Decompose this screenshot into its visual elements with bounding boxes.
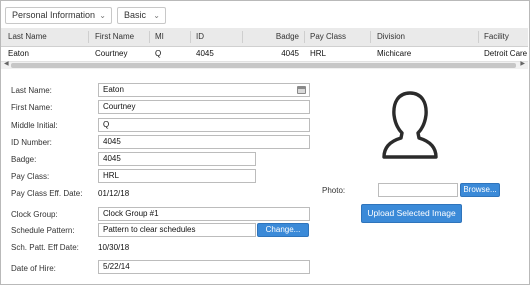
photo-label: Photo: [322, 186, 346, 195]
clock-group-label: Clock Group: [11, 210, 58, 219]
schedule-pattern-field[interactable]: Pattern to clear schedules [98, 223, 256, 237]
scrollbar-thumb[interactable] [11, 63, 516, 68]
pay-class-value: HRL [103, 171, 120, 180]
browse-button[interactable]: Browse... [460, 183, 500, 197]
cell-pay-class: HRL [310, 49, 327, 58]
pay-class-eff-date-label: Pay Class Eff. Date: [11, 189, 83, 198]
scroll-right-icon[interactable]: ▶ [520, 60, 525, 67]
chevron-down-icon: ⌄ [153, 11, 160, 20]
chevron-down-icon: ⌄ [99, 11, 106, 20]
first-name-label: First Name: [11, 103, 53, 112]
cell-last-name: Eaton [8, 49, 29, 58]
table-row[interactable]: Eaton Courtney Q 4045 4045 HRL Michicare… [1, 47, 528, 61]
column-divider [88, 31, 89, 43]
column-header-last-name[interactable]: Last Name [8, 28, 47, 46]
calendar-icon[interactable] [297, 86, 306, 94]
clock-group-field[interactable]: Clock Group #1 [98, 207, 310, 221]
badge-field[interactable]: 4045 [98, 152, 256, 166]
id-number-value: 4045 [103, 137, 121, 146]
upload-image-button[interactable]: Upload Selected Image [361, 204, 462, 223]
sch-patt-eff-date-value: 10/30/18 [98, 243, 130, 252]
last-name-field[interactable]: Eaton [98, 83, 310, 97]
column-header-facility[interactable]: Facility [484, 28, 509, 46]
column-divider [478, 31, 479, 43]
cell-facility: Detroit Care [484, 49, 528, 58]
cell-division: Michicare [377, 49, 412, 58]
badge-label: Badge: [11, 155, 37, 164]
column-header-badge[interactable]: Badge [251, 28, 299, 46]
column-header-id[interactable]: ID [196, 28, 204, 46]
date-of-hire-value: 5/22/14 [103, 262, 130, 271]
column-header-division[interactable]: Division [377, 28, 405, 46]
pay-class-eff-date-value: 01/12/18 [98, 189, 130, 198]
column-divider [242, 31, 243, 43]
horizontal-scrollbar[interactable]: ◀ ▶ [1, 61, 528, 69]
cell-mi: Q [155, 49, 162, 58]
id-number-label: ID Number: [11, 138, 52, 147]
mode-select[interactable]: Basic ⌄ [117, 7, 166, 24]
view-select-value: Personal Information [12, 10, 96, 20]
middle-initial-value: Q [103, 120, 110, 129]
schedule-pattern-label: Schedule Pattern: [11, 226, 75, 235]
last-name-label: Last Name: [11, 86, 52, 95]
user-silhouette-icon [382, 91, 438, 159]
scroll-left-icon[interactable]: ◀ [4, 60, 9, 67]
change-schedule-button[interactable]: Change... [257, 223, 309, 237]
schedule-pattern-value: Pattern to clear schedules [103, 225, 196, 234]
badge-value: 4045 [103, 154, 121, 163]
middle-initial-field[interactable]: Q [98, 118, 310, 132]
column-divider [304, 31, 305, 43]
mode-select-value: Basic [124, 10, 147, 20]
photo-file-field[interactable] [378, 183, 458, 197]
pay-class-field[interactable]: HRL [98, 169, 256, 183]
grid-header: Last Name First Name MI ID Badge Pay Cla… [1, 28, 528, 47]
view-select[interactable]: Personal Information ⌄ [5, 7, 112, 24]
sch-patt-eff-date-label: Sch. Patt. Eff Date: [11, 243, 79, 252]
column-divider [190, 31, 191, 43]
id-number-field[interactable]: 4045 [98, 135, 310, 149]
cell-first-name: Courtney [95, 49, 128, 58]
clock-group-value: Clock Group #1 [103, 209, 159, 218]
last-name-value: Eaton [103, 85, 124, 94]
first-name-value: Courtney [103, 102, 136, 111]
pay-class-label: Pay Class: [11, 172, 50, 181]
cell-id: 4045 [196, 49, 214, 58]
cell-badge: 4045 [281, 49, 299, 58]
column-divider [149, 31, 150, 43]
date-of-hire-field[interactable]: 5/22/14 [98, 260, 310, 274]
middle-initial-label: Middle Initial: [11, 121, 58, 130]
column-header-pay-class[interactable]: Pay Class [310, 28, 346, 46]
date-of-hire-label: Date of Hire: [11, 264, 56, 273]
column-header-mi[interactable]: MI [155, 28, 164, 46]
column-header-first-name[interactable]: First Name [95, 28, 134, 46]
first-name-field[interactable]: Courtney [98, 100, 310, 114]
column-divider [370, 31, 371, 43]
